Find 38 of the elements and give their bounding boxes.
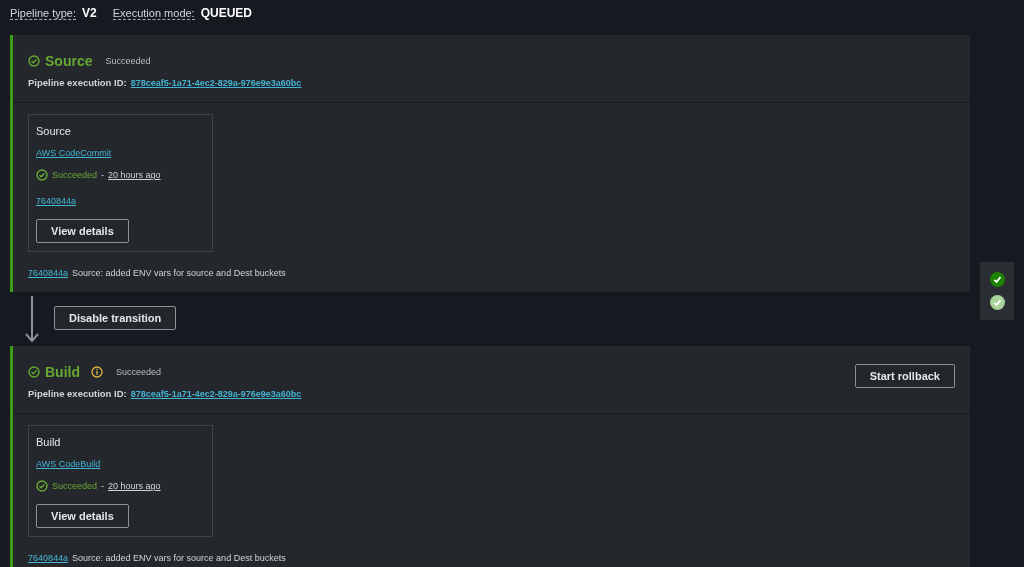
action-status: Succeeded bbox=[52, 481, 98, 491]
view-details-button[interactable]: View details bbox=[36, 219, 129, 243]
pipeline-type-label: Pipeline type: bbox=[10, 6, 77, 20]
separator: - bbox=[101, 481, 105, 491]
action-status: Succeeded bbox=[52, 170, 98, 180]
time-link[interactable]: 20 hours ago bbox=[108, 481, 161, 491]
separator: - bbox=[101, 170, 105, 180]
execution-id-label: Pipeline execution ID: bbox=[28, 388, 127, 399]
provider-link[interactable]: AWS CodeBuild bbox=[36, 459, 101, 469]
execution-id-label: Pipeline execution ID: bbox=[28, 77, 127, 88]
disable-transition-button[interactable]: Disable transition bbox=[54, 306, 177, 330]
commit-message: Source: added ENV vars for source and Dest buckets bbox=[72, 268, 286, 278]
stage-status: Succeeded bbox=[116, 367, 162, 377]
success-icon bbox=[28, 55, 40, 67]
commit-message: Source: added ENV vars for source and Dest buckets bbox=[72, 553, 286, 563]
success-icon bbox=[36, 169, 48, 181]
provider-link[interactable]: AWS CodeCommit bbox=[36, 148, 112, 158]
success-icon bbox=[36, 480, 48, 492]
stage-check-icon[interactable] bbox=[989, 295, 1005, 310]
stage-title: Build bbox=[45, 364, 80, 380]
view-details-button[interactable]: View details bbox=[36, 504, 129, 528]
start-rollback-button[interactable]: Start rollback bbox=[854, 364, 955, 388]
time-link[interactable]: 20 hours ago bbox=[108, 170, 161, 180]
execution-id-link[interactable]: 878ceaf5-1a71-4ec2-829a-976e9e3a60bc bbox=[130, 78, 302, 88]
commit-link[interactable]: 7640844a bbox=[28, 553, 69, 563]
execution-id-link[interactable]: 878ceaf5-1a71-4ec2-829a-976e9e3a60bc bbox=[130, 389, 302, 399]
info-icon[interactable] bbox=[91, 366, 103, 378]
success-icon bbox=[28, 366, 40, 378]
action-name: Build bbox=[36, 436, 62, 448]
stage-title: Source bbox=[45, 53, 93, 69]
revision-link[interactable]: 7640844a bbox=[36, 196, 77, 206]
execution-mode-label: Execution mode: bbox=[112, 6, 195, 20]
commit-link[interactable]: 7640844a bbox=[28, 268, 69, 278]
stage-status: Succeeded bbox=[105, 56, 151, 66]
stage-check-icon[interactable] bbox=[989, 272, 1005, 287]
execution-mode-value: QUEUED bbox=[200, 5, 252, 20]
action-name: Source bbox=[36, 125, 72, 137]
pipeline-type-value: V2 bbox=[82, 5, 97, 20]
